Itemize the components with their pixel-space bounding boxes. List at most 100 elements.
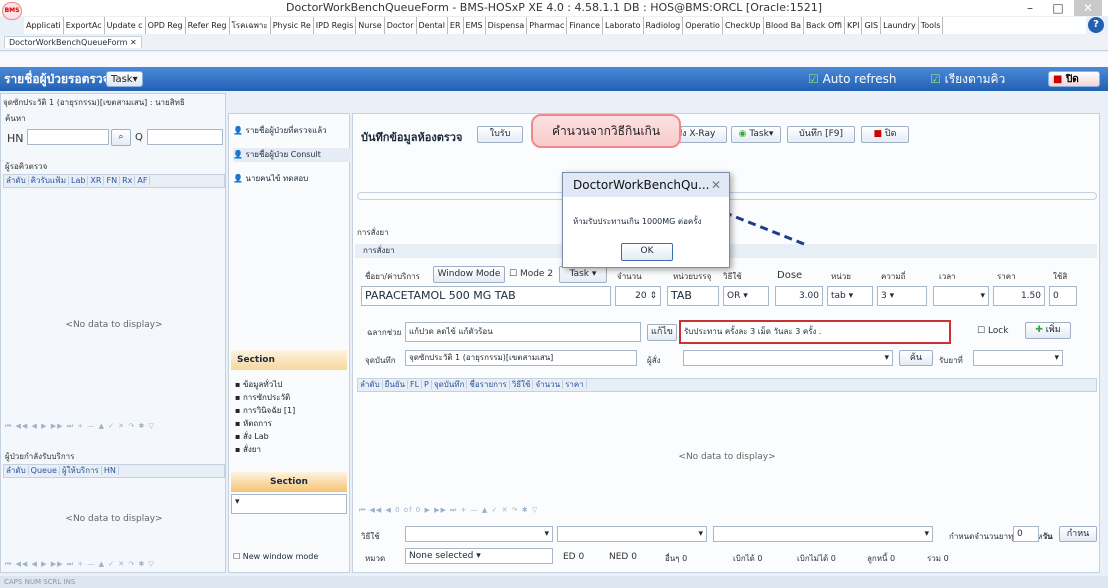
- aux-input[interactable]: แก้ปวด ลดไข้ แก้ตัวร้อน: [405, 322, 641, 342]
- menu-item-5[interactable]: โรคเฉพาะ: [230, 17, 271, 34]
- menu-item-14[interactable]: Pharmac: [527, 17, 568, 34]
- menu-item-10[interactable]: Dental: [417, 17, 448, 34]
- order-col-0[interactable]: ลำดับ: [358, 380, 383, 389]
- waiting-col-3[interactable]: XR: [88, 176, 105, 185]
- qty-stepper[interactable]: 20 ⇕: [615, 286, 661, 306]
- service-col-1[interactable]: Queue: [28, 466, 60, 475]
- menu-item-13[interactable]: Dispensa: [486, 17, 528, 34]
- menu-item-0[interactable]: Applicati: [24, 17, 64, 34]
- receive-button[interactable]: ใบรับ: [477, 126, 523, 143]
- minimize-button[interactable]: –: [1016, 0, 1044, 16]
- dose-unit-select[interactable]: tab ▾: [827, 286, 873, 306]
- search-icon[interactable]: ⌕: [111, 129, 131, 146]
- menu-item-15[interactable]: Finance: [567, 17, 603, 34]
- drug-name-input[interactable]: PARACETAMOL 500 MG TAB: [361, 286, 611, 306]
- section-tree-item-0[interactable]: ▪ ข้อมูลทั่วไป: [235, 378, 345, 391]
- queue-input[interactable]: [147, 129, 223, 145]
- sort-queue-checkbox[interactable]: ☑ เรียงตามคิว: [930, 67, 1005, 91]
- tab-doctor-workbench[interactable]: DoctorWorkBenchQueueForm ✕: [4, 36, 142, 48]
- usage-select[interactable]: ▾: [405, 526, 553, 542]
- save-button[interactable]: บันทึก [F9]: [787, 126, 855, 143]
- hn-input[interactable]: [27, 129, 109, 145]
- order-col-4[interactable]: จุดบันทึก: [431, 380, 468, 389]
- close-button[interactable]: ■ ปิด: [1048, 71, 1100, 87]
- waiting-col-4[interactable]: FN: [104, 176, 121, 185]
- section-tree-item-5[interactable]: ▪ สั่งยา: [235, 443, 345, 456]
- section-tree-item-4[interactable]: ▪ สั่ง Lab: [235, 430, 345, 443]
- menu-item-8[interactable]: Nurse: [356, 17, 385, 34]
- edit-button[interactable]: แก้ไข: [647, 324, 677, 341]
- help-icon[interactable]: ?: [1088, 17, 1104, 33]
- menu-item-11[interactable]: ER: [448, 17, 464, 34]
- new-window-checkbox[interactable]: ☐ New window mode: [233, 550, 318, 564]
- freq-select[interactable]: 3 ▾: [877, 286, 927, 306]
- waiting-col-5[interactable]: Rx: [120, 176, 136, 185]
- section-tree-item-3[interactable]: ▪ หัตถการ: [235, 417, 345, 430]
- waiting-col-2[interactable]: Lab: [68, 176, 89, 185]
- orderer-select[interactable]: ▾: [683, 350, 893, 366]
- section-tree-item-2[interactable]: ▪ การวินิจฉัย [1]: [235, 404, 345, 417]
- menu-item-17[interactable]: Radiolog: [644, 17, 684, 34]
- usage-code-select[interactable]: OR ▾: [723, 286, 769, 306]
- menu-item-12[interactable]: EMS: [464, 17, 486, 34]
- examined-patients-link[interactable]: 👤 รายชื่อผู้ป่วยที่ตรวจแล้ว: [233, 124, 327, 138]
- menu-item-20[interactable]: Blood Ba: [764, 17, 805, 34]
- extra-input[interactable]: 0: [1049, 286, 1077, 306]
- restore-button[interactable]: □: [1044, 0, 1072, 16]
- menu-item-7[interactable]: IPD Regis: [314, 17, 357, 34]
- close-window-button[interactable]: ✕: [1074, 0, 1102, 16]
- service-col-0[interactable]: ลำดับ: [4, 466, 29, 475]
- usage-text-input[interactable]: รับประทาน ครั้งละ 3 เม็ด วันละ 3 ครั้ง .: [679, 320, 951, 344]
- menu-item-21[interactable]: Back Offi: [804, 17, 846, 34]
- order-col-8[interactable]: ราคา: [563, 380, 587, 389]
- service-navigator[interactable]: ⏮ ◀◀ ◀ ▶ ▶▶ ⏭ + — ▲ ✓ ✕ ↷ ✱ ▽: [5, 560, 155, 569]
- tab-close-icon[interactable]: ✕: [130, 38, 137, 47]
- cat-select[interactable]: None selected ▾: [405, 548, 553, 564]
- record-point-select[interactable]: จุดซักประวัติ 1 (อายุรกรรม)[เขตสามเสน]: [405, 350, 637, 366]
- service-col-3[interactable]: HN: [101, 466, 119, 475]
- menu-item-9[interactable]: Doctor: [385, 17, 417, 34]
- close-record-button[interactable]: ■ ปิด: [861, 126, 909, 143]
- menu-item-18[interactable]: Operatio: [683, 17, 723, 34]
- add-button[interactable]: ✚ เพิ่ม: [1025, 322, 1071, 339]
- order-col-3[interactable]: P: [422, 380, 432, 389]
- order-navigator[interactable]: ⏮ ◀◀ ◀ 0 of 0 ▶ ▶▶ ⏭ + — ▲ ✓ ✕ ↷ ✱ ▽: [359, 506, 538, 515]
- price-input[interactable]: 1.50: [993, 286, 1045, 306]
- ok-button[interactable]: OK: [621, 243, 673, 261]
- menu-item-4[interactable]: Refer Reg: [186, 17, 230, 34]
- section-select[interactable]: ▾: [231, 494, 347, 514]
- task-button[interactable]: ◉ Task▾: [731, 126, 781, 143]
- auto-refresh-checkbox[interactable]: ☑ Auto refresh: [808, 67, 896, 91]
- order-col-6[interactable]: วิธีใช้: [509, 380, 534, 389]
- menu-item-16[interactable]: Laborato: [603, 17, 644, 34]
- waiting-col-6[interactable]: AF: [135, 176, 151, 185]
- menu-item-2[interactable]: Update c: [105, 17, 146, 34]
- unit-field[interactable]: TAB: [667, 286, 719, 306]
- dose-input[interactable]: 3.00: [775, 286, 823, 306]
- item-code-select[interactable]: ▾: [973, 350, 1063, 366]
- lock-checkbox[interactable]: ☐ Lock: [977, 326, 1008, 336]
- menu-item-25[interactable]: Tools: [919, 17, 944, 34]
- usage-select-3[interactable]: ▾: [713, 526, 933, 542]
- consult-patients-link[interactable]: 👤 รายชื่อผู้ป่วย Consult: [233, 148, 351, 162]
- waiting-col-0[interactable]: ลำดับ: [4, 176, 29, 185]
- service-col-2[interactable]: ผู้ให้บริการ: [59, 466, 102, 475]
- section-header[interactable]: Section: [231, 350, 347, 370]
- current-patient[interactable]: 👤 นายคนไข้ ทดสอบ: [233, 172, 308, 186]
- order-col-7[interactable]: จำนวน: [533, 380, 564, 389]
- task-menu-button[interactable]: Task▾: [106, 71, 143, 87]
- waiting-navigator[interactable]: ⏮ ◀◀ ◀ ▶ ▶▶ ⏭ + — ▲ ✓ ✕ ↷ ✱ ▽: [5, 422, 155, 431]
- menu-item-3[interactable]: OPD Reg: [146, 17, 186, 34]
- window-mode-button[interactable]: Window Mode: [433, 266, 505, 283]
- time-select[interactable]: ▾: [933, 286, 989, 306]
- menu-item-23[interactable]: GIS: [862, 17, 882, 34]
- task2-button[interactable]: Task ▾: [559, 266, 607, 283]
- menu-item-1[interactable]: ExportAc: [64, 17, 105, 34]
- mode2-checkbox[interactable]: ☐ Mode 2: [509, 269, 553, 279]
- search-button[interactable]: ค้น: [899, 350, 933, 366]
- section-tree-item-1[interactable]: ▪ การซักประวัติ: [235, 391, 345, 404]
- usage-select-2[interactable]: ▾: [557, 526, 707, 542]
- menu-item-22[interactable]: KPI: [845, 17, 863, 34]
- menu-item-6[interactable]: Physic Re: [271, 17, 314, 34]
- dialog-close-icon[interactable]: ✕: [711, 173, 721, 197]
